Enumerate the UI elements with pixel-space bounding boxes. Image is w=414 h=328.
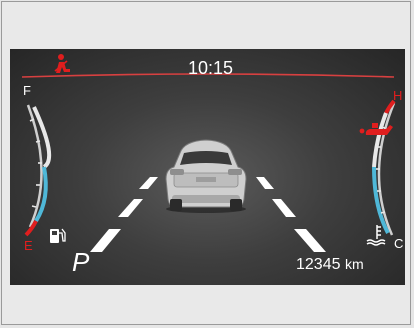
cluster-graphics (21, 54, 396, 252)
gear-indicator: P (72, 247, 90, 277)
clock: 10:15 (188, 58, 234, 78)
lane-dash-left-1 (139, 177, 158, 189)
lane-dash-left-3 (90, 229, 121, 252)
lane-dash-right-2 (272, 199, 296, 217)
instrument-cluster-screen: 10:15 F E H C P 12345 km (10, 49, 405, 285)
fuel-full-label: F (23, 83, 31, 98)
lane-dash-right-1 (256, 177, 274, 189)
car-icon (165, 139, 247, 213)
lane-dash-left-2 (118, 199, 143, 217)
odometer-unit: km (344, 256, 364, 272)
temp-cold-label: C (394, 236, 404, 251)
temp-gauge (372, 99, 396, 236)
oil-pressure-icon (359, 123, 393, 135)
fuel-empty-label: E (24, 238, 33, 253)
fuel-gauge (24, 104, 52, 237)
fuel-pump-icon (50, 228, 66, 243)
odometer-value: 12345 (296, 256, 341, 273)
coolant-temp-icon (366, 225, 386, 246)
temp-hot-label: H (393, 88, 403, 103)
lane-dash-right-3 (294, 229, 326, 252)
seatbelt-warning-icon (54, 54, 70, 73)
odometer: 12345 km (296, 257, 364, 273)
